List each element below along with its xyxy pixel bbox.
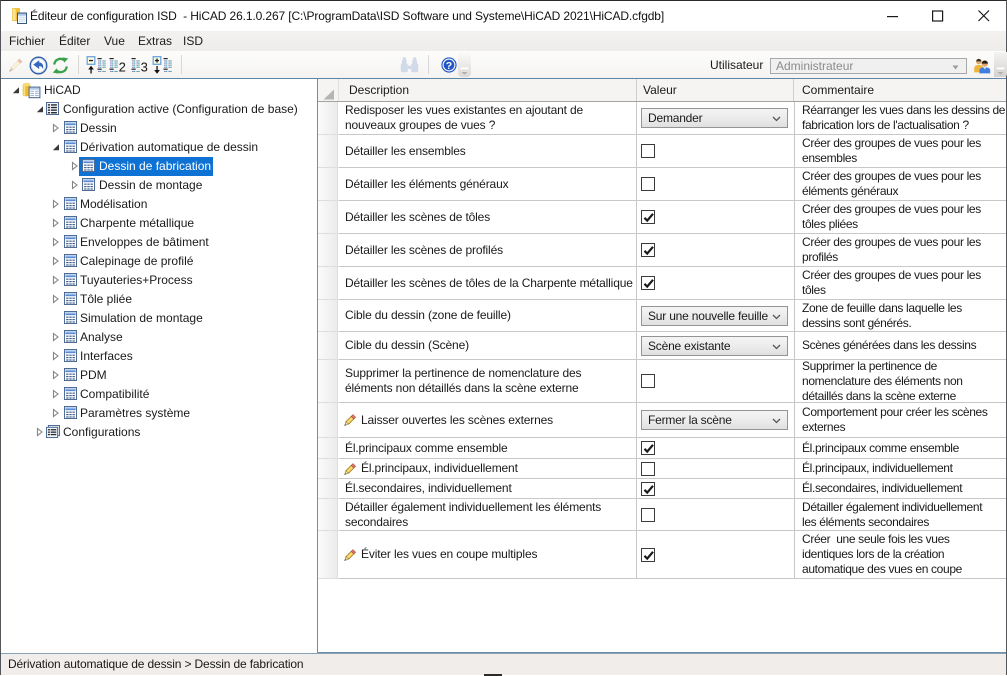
svg-text:?: ? xyxy=(446,60,452,72)
svg-text:3: 3 xyxy=(141,59,148,74)
svg-text:2: 2 xyxy=(119,59,126,74)
